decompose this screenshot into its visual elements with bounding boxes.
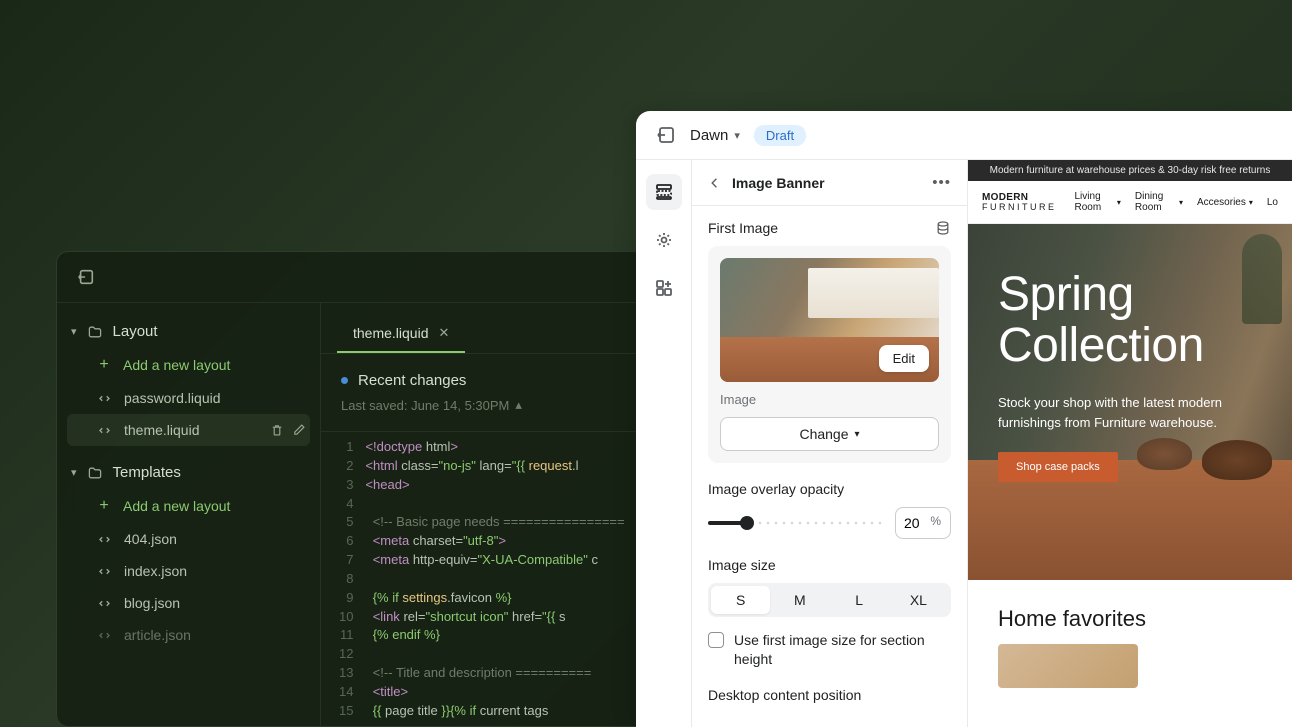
image-size-segments: S M L XL bbox=[708, 583, 951, 617]
tab-label: theme.liquid bbox=[353, 325, 429, 341]
hero-body: Stock your shop with the latest modern f… bbox=[998, 393, 1238, 432]
change-image-button[interactable]: Change ▾ bbox=[720, 417, 939, 451]
checkbox-label: Use first image size for section height bbox=[734, 631, 951, 669]
opacity-label: Image overlay opacity bbox=[708, 481, 844, 497]
product-card[interactable] bbox=[998, 644, 1138, 688]
chevron-down-icon: ▾ bbox=[1117, 198, 1121, 207]
size-label: Image size bbox=[708, 557, 776, 573]
size-xl[interactable]: XL bbox=[889, 586, 948, 614]
panel-title: Image Banner bbox=[732, 175, 922, 191]
file-label: 404.json bbox=[124, 531, 177, 547]
file-label: blog.json bbox=[124, 595, 180, 611]
apps-rail-button[interactable] bbox=[646, 270, 682, 306]
hero-title: SpringCollection bbox=[998, 270, 1262, 371]
file-tree-sidebar: ▾ Layout + Add a new layout password.liq… bbox=[57, 303, 321, 726]
edit-image-button[interactable]: Edit bbox=[879, 345, 929, 372]
favorites-heading: Home favorites bbox=[968, 580, 1292, 644]
status-badge: Draft bbox=[754, 125, 806, 146]
exit-icon[interactable] bbox=[656, 125, 676, 145]
storefront-preview: Modern furniture at warehouse prices & 3… bbox=[968, 160, 1292, 727]
nav-accessories[interactable]: Accesories▾ bbox=[1197, 191, 1253, 213]
delete-file-icon[interactable] bbox=[270, 423, 284, 437]
close-tab-icon[interactable]: ✕ bbox=[439, 325, 450, 341]
file-article-json[interactable]: article.json bbox=[67, 619, 310, 651]
settings-rail-button[interactable] bbox=[646, 222, 682, 258]
active-tab[interactable]: theme.liquid ✕ bbox=[337, 315, 465, 353]
code-file-icon bbox=[97, 423, 112, 438]
chevron-down-icon: ▾ bbox=[734, 129, 740, 142]
theme-selector[interactable]: Dawn ▾ bbox=[690, 127, 740, 144]
storefront-nav: MODERN FURNITURE Living Room▾ Dining Roo… bbox=[968, 181, 1292, 224]
dynamic-source-icon[interactable] bbox=[935, 220, 951, 236]
image-sublabel: Image bbox=[720, 392, 939, 407]
favorites-grid bbox=[968, 644, 1292, 688]
chevron-down-icon: ▾ bbox=[71, 466, 77, 479]
layout-section-header[interactable]: ▾ Layout bbox=[67, 315, 310, 348]
file-blog-json[interactable]: blog.json bbox=[67, 587, 310, 619]
opacity-slider[interactable] bbox=[708, 521, 885, 525]
size-l[interactable]: L bbox=[830, 586, 889, 614]
customizer-rail bbox=[636, 160, 692, 727]
sections-rail-button[interactable] bbox=[646, 174, 682, 210]
image-picker-card: Edit Image Change ▾ bbox=[708, 246, 951, 463]
theme-name: Dawn bbox=[690, 127, 728, 144]
file-index-json[interactable]: index.json bbox=[67, 555, 310, 587]
file-label: theme.liquid bbox=[124, 422, 200, 438]
file-password-liquid[interactable]: password.liquid bbox=[67, 382, 310, 414]
code-file-icon bbox=[97, 596, 112, 611]
unsaved-dot-icon bbox=[341, 377, 348, 384]
add-layout-label: Add a new layout bbox=[123, 357, 230, 373]
customizer-header: Dawn ▾ Draft bbox=[636, 111, 1292, 160]
code-file-icon bbox=[97, 564, 112, 579]
templates-section-header[interactable]: ▾ Templates bbox=[67, 456, 310, 489]
hero-cta-button[interactable]: Shop case packs bbox=[998, 452, 1118, 482]
nav-living-room[interactable]: Living Room▾ bbox=[1075, 191, 1121, 213]
editor-topbar bbox=[57, 252, 695, 303]
code-editor-window: ▾ Layout + Add a new layout password.liq… bbox=[56, 251, 696, 727]
hero-banner: SpringCollection Stock your shop with th… bbox=[968, 224, 1292, 580]
plus-icon: + bbox=[97, 497, 111, 515]
size-s[interactable]: S bbox=[711, 586, 770, 614]
file-404-json[interactable]: 404.json bbox=[67, 523, 310, 555]
file-label: article.json bbox=[124, 627, 191, 643]
chevron-down-icon: ▾ bbox=[1249, 198, 1253, 207]
chevron-down-icon: ▾ bbox=[1179, 198, 1183, 207]
recent-changes-label: Recent changes bbox=[358, 372, 466, 389]
file-theme-liquid[interactable]: theme.liquid bbox=[67, 414, 310, 446]
file-label: index.json bbox=[124, 563, 187, 579]
back-icon[interactable] bbox=[708, 176, 722, 190]
code-file-icon bbox=[97, 391, 112, 406]
theme-customizer-window: Dawn ▾ Draft Image Banner ••• bbox=[636, 111, 1292, 727]
rename-file-icon[interactable] bbox=[292, 423, 306, 437]
chevron-down-icon: ▾ bbox=[855, 429, 860, 440]
brand-logo[interactable]: MODERN FURNITURE bbox=[982, 193, 1057, 212]
size-m[interactable]: M bbox=[770, 586, 829, 614]
chevron-down-icon: ▾ bbox=[71, 325, 77, 338]
promo-bar: Modern furniture at warehouse prices & 3… bbox=[968, 160, 1292, 181]
image-preview: Edit bbox=[720, 258, 939, 382]
folder-icon bbox=[87, 465, 103, 481]
exit-icon[interactable] bbox=[77, 268, 95, 286]
opacity-input[interactable] bbox=[895, 507, 951, 539]
add-layout-button[interactable]: + Add a new layout bbox=[67, 348, 310, 382]
code-file-icon bbox=[97, 532, 112, 547]
last-saved-text: Last saved: June 14, 5:30PM bbox=[341, 398, 509, 413]
more-icon[interactable]: ••• bbox=[932, 174, 951, 191]
folder-icon bbox=[87, 324, 103, 340]
layout-section-label: Layout bbox=[113, 323, 158, 340]
slider-thumb[interactable] bbox=[740, 516, 754, 530]
settings-panel: Image Banner ••• First Image Edit Image … bbox=[692, 160, 968, 727]
use-first-image-checkbox[interactable] bbox=[708, 632, 724, 648]
add-template-button[interactable]: + Add a new layout bbox=[67, 489, 310, 523]
plus-icon: + bbox=[97, 356, 111, 374]
nav-more[interactable]: Lo bbox=[1267, 191, 1278, 213]
templates-section-label: Templates bbox=[113, 464, 181, 481]
nav-dining-room[interactable]: Dining Room▾ bbox=[1135, 191, 1183, 213]
chevron-up-icon: ▴ bbox=[515, 397, 522, 413]
add-template-label: Add a new layout bbox=[123, 498, 230, 514]
file-label: password.liquid bbox=[124, 390, 221, 406]
desktop-position-label: Desktop content position bbox=[708, 687, 861, 703]
first-image-label: First Image bbox=[708, 220, 778, 236]
code-file-icon bbox=[97, 628, 112, 643]
